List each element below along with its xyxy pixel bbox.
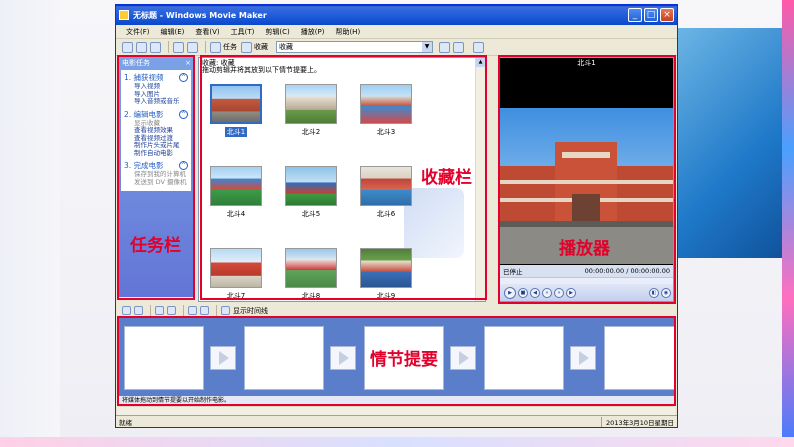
storyboard-highlight	[117, 316, 676, 406]
player-highlight	[498, 55, 676, 304]
window-title: 无标题 - Windows Movie Maker	[133, 10, 267, 20]
task-pane-annotation: 任务栏	[130, 236, 181, 256]
toolbar-separator	[183, 304, 184, 317]
narrate-icon[interactable]	[134, 306, 143, 315]
task-pane-highlight	[117, 55, 195, 300]
collections-annotation: 收藏栏	[421, 168, 472, 188]
open-project-icon[interactable]	[136, 41, 147, 53]
toolbar: 任务 收藏 收藏 ▼	[116, 39, 677, 56]
chevron-down-icon: ▼	[422, 42, 432, 52]
status-date: 2013年3月10日星期日	[601, 416, 674, 427]
tasks-button[interactable]: 任务	[210, 41, 237, 53]
play-storyboard-icon[interactable]	[200, 306, 209, 315]
title-bar[interactable]: 无标题 - Windows Movie Maker _ □ ×	[116, 5, 677, 25]
collection-select-value: 收藏	[279, 43, 293, 51]
menu-view[interactable]: 查看(V)	[195, 27, 219, 37]
status-text: 就绪	[119, 418, 132, 427]
toolbar-separator	[216, 304, 217, 317]
tasks-button-label: 任务	[223, 43, 237, 51]
collections-icon	[241, 41, 252, 53]
views-icon[interactable]	[473, 41, 484, 53]
slide-decoration-right	[669, 28, 794, 258]
menu-edit[interactable]: 编辑(E)	[161, 27, 185, 37]
menu-tools[interactable]: 工具(T)	[231, 27, 255, 37]
rewind-storyboard-icon[interactable]	[188, 306, 197, 315]
toolbar-separator	[168, 41, 169, 53]
zoom-out-icon[interactable]	[167, 306, 176, 315]
slide-decoration-bottom	[0, 437, 794, 447]
slide-decoration-left	[0, 0, 60, 447]
storyboard-icon[interactable]	[122, 306, 131, 315]
toolbar-separator	[205, 41, 206, 53]
save-project-icon[interactable]	[150, 41, 161, 53]
tasks-icon	[210, 41, 221, 53]
new-folder-icon[interactable]	[453, 41, 464, 53]
redo-icon[interactable]	[187, 41, 198, 53]
collections-button-label: 收藏	[254, 43, 268, 51]
movie-maker-window: 无标题 - Windows Movie Maker _ □ × 文件(F) 编辑…	[115, 4, 678, 428]
timeline-icon[interactable]	[221, 306, 230, 315]
menu-play[interactable]: 播放(P)	[301, 27, 325, 37]
collection-select[interactable]: 收藏 ▼	[276, 41, 433, 53]
maximize-button[interactable]: □	[644, 8, 658, 22]
new-project-icon[interactable]	[122, 41, 133, 53]
collections-button[interactable]: 收藏	[241, 41, 268, 53]
status-bar: 就绪 2013年3月10日星期日	[116, 415, 677, 427]
slide-decoration-strip	[782, 0, 794, 447]
toolbar-separator	[150, 304, 151, 317]
menu-bar: 文件(F) 编辑(E) 查看(V) 工具(T) 剪辑(C) 播放(P) 帮助(H…	[116, 25, 677, 39]
zoom-in-icon[interactable]	[155, 306, 164, 315]
menu-help[interactable]: 帮助(H)	[335, 27, 360, 37]
menu-file[interactable]: 文件(F)	[126, 27, 150, 37]
app-icon	[119, 10, 129, 20]
storyboard-scrollbar[interactable]	[118, 406, 675, 415]
show-timeline-button[interactable]: 显示时间线	[233, 306, 268, 316]
menu-clip[interactable]: 剪辑(C)	[265, 27, 289, 37]
minimize-button[interactable]: _	[628, 8, 642, 22]
undo-icon[interactable]	[173, 41, 184, 53]
up-folder-icon[interactable]	[439, 41, 450, 53]
close-button[interactable]: ×	[660, 8, 674, 22]
